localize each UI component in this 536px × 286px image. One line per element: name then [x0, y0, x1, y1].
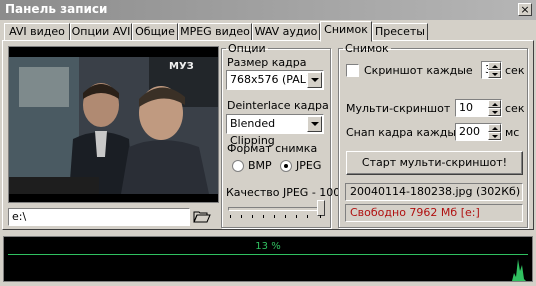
spin-up-icon[interactable] [488, 100, 501, 108]
format-bmp-label[interactable]: BMP [248, 159, 272, 172]
slider-tick [230, 215, 231, 218]
spinner-buttons[interactable] [488, 124, 501, 140]
last-file-info: 20040114-180238.jpg (302Кб) [345, 183, 523, 201]
tab-avi-video[interactable]: AVI видео [4, 23, 70, 41]
slider-tick [285, 215, 286, 218]
slider-tick [274, 215, 275, 218]
progress-percent: 13 % [255, 241, 281, 252]
channel-logo: MУЗ [169, 61, 194, 72]
slider-tick [241, 215, 242, 218]
open-folder-icon[interactable] [193, 209, 211, 223]
format-label: Формат снимка [227, 142, 318, 155]
snap-interval-value[interactable]: 200 [459, 125, 480, 138]
multi-screenshot-spinner[interactable]: 10 [455, 99, 502, 117]
spin-up-icon[interactable] [488, 62, 501, 70]
save-path-input[interactable]: e:\ [8, 208, 190, 226]
options-legend: Опции [228, 42, 266, 55]
slider-tick [296, 215, 297, 218]
format-bmp-radio[interactable] [232, 160, 244, 172]
video-preview: MУЗ [8, 46, 219, 203]
chevron-down-icon[interactable] [307, 72, 322, 88]
recording-panel-window: Панель записи × AVI видео Опции AVI Общи… [0, 0, 536, 232]
close-button[interactable]: × [518, 3, 532, 16]
window-title: Панель записи [5, 2, 108, 16]
activity-monitor: 13 % [3, 236, 533, 282]
multi-screenshot-value[interactable]: 10 [459, 101, 473, 114]
frame-size-value: 768x576 (PAL) [230, 73, 311, 86]
frame-size-label: Размер кадра [227, 56, 307, 69]
spin-down-icon[interactable] [488, 132, 501, 140]
screenshot-every-checkbox[interactable] [346, 64, 359, 77]
spinner-buttons[interactable] [488, 100, 501, 116]
tab-snapshot[interactable]: Снимок [320, 21, 372, 42]
deinterlace-select[interactable]: Blended Clipping [226, 114, 324, 147]
slider-tick [252, 215, 253, 218]
slider-thumb[interactable] [317, 200, 325, 216]
snapshot-legend: Снимок [345, 42, 389, 55]
multi-screenshot-unit: сек [505, 102, 525, 115]
tab-general[interactable]: Общие [132, 23, 178, 41]
frame-size-select[interactable]: 768x576 (PAL) [226, 70, 324, 90]
snap-interval-unit: мс [505, 126, 520, 139]
spin-down-icon[interactable] [488, 108, 501, 116]
format-jpeg-radio[interactable] [280, 160, 292, 172]
screenshot-every-spinner[interactable]: 3 [481, 61, 502, 79]
tab-presets[interactable]: Пресеты [372, 23, 428, 41]
slider-track[interactable] [228, 207, 322, 211]
tab-wav-audio[interactable]: WAV аудио [252, 23, 320, 41]
progress-line [8, 254, 528, 255]
chevron-down-icon[interactable] [307, 116, 322, 132]
screenshot-every-unit: сек [505, 64, 525, 77]
snap-interval-spinner[interactable]: 200 [455, 123, 502, 141]
title-bar[interactable]: Панель записи × [0, 0, 536, 20]
spin-up-icon[interactable] [488, 124, 501, 132]
video-frame-image: MУЗ [9, 47, 218, 202]
screenshot-every-label[interactable]: Скриншот каждые [364, 64, 473, 77]
deinterlace-label: Deinterlace кадра [227, 99, 329, 112]
slider-tick [320, 215, 321, 218]
free-space-info: Свободно 7962 Мб [e:] [345, 204, 523, 222]
format-jpeg-label[interactable]: JPEG [296, 159, 321, 172]
slider-tick [307, 215, 308, 218]
multi-screenshot-label: Мульти-скриншот [346, 102, 451, 115]
jpeg-quality-label: Качество JPEG - 100 [226, 186, 341, 199]
start-multi-screenshot-button[interactable]: Старт мульти-скриншот! [346, 151, 523, 175]
spin-down-icon[interactable] [488, 70, 501, 78]
spinner-buttons[interactable] [488, 62, 501, 78]
snap-interval-label: Снап кадра каждые [346, 126, 463, 139]
tab-mpeg-video[interactable]: MPEG видео [178, 23, 252, 41]
activity-graph-icon [512, 259, 526, 281]
slider-tick [263, 215, 264, 218]
tab-avi-options[interactable]: Опции AVI [70, 23, 132, 41]
